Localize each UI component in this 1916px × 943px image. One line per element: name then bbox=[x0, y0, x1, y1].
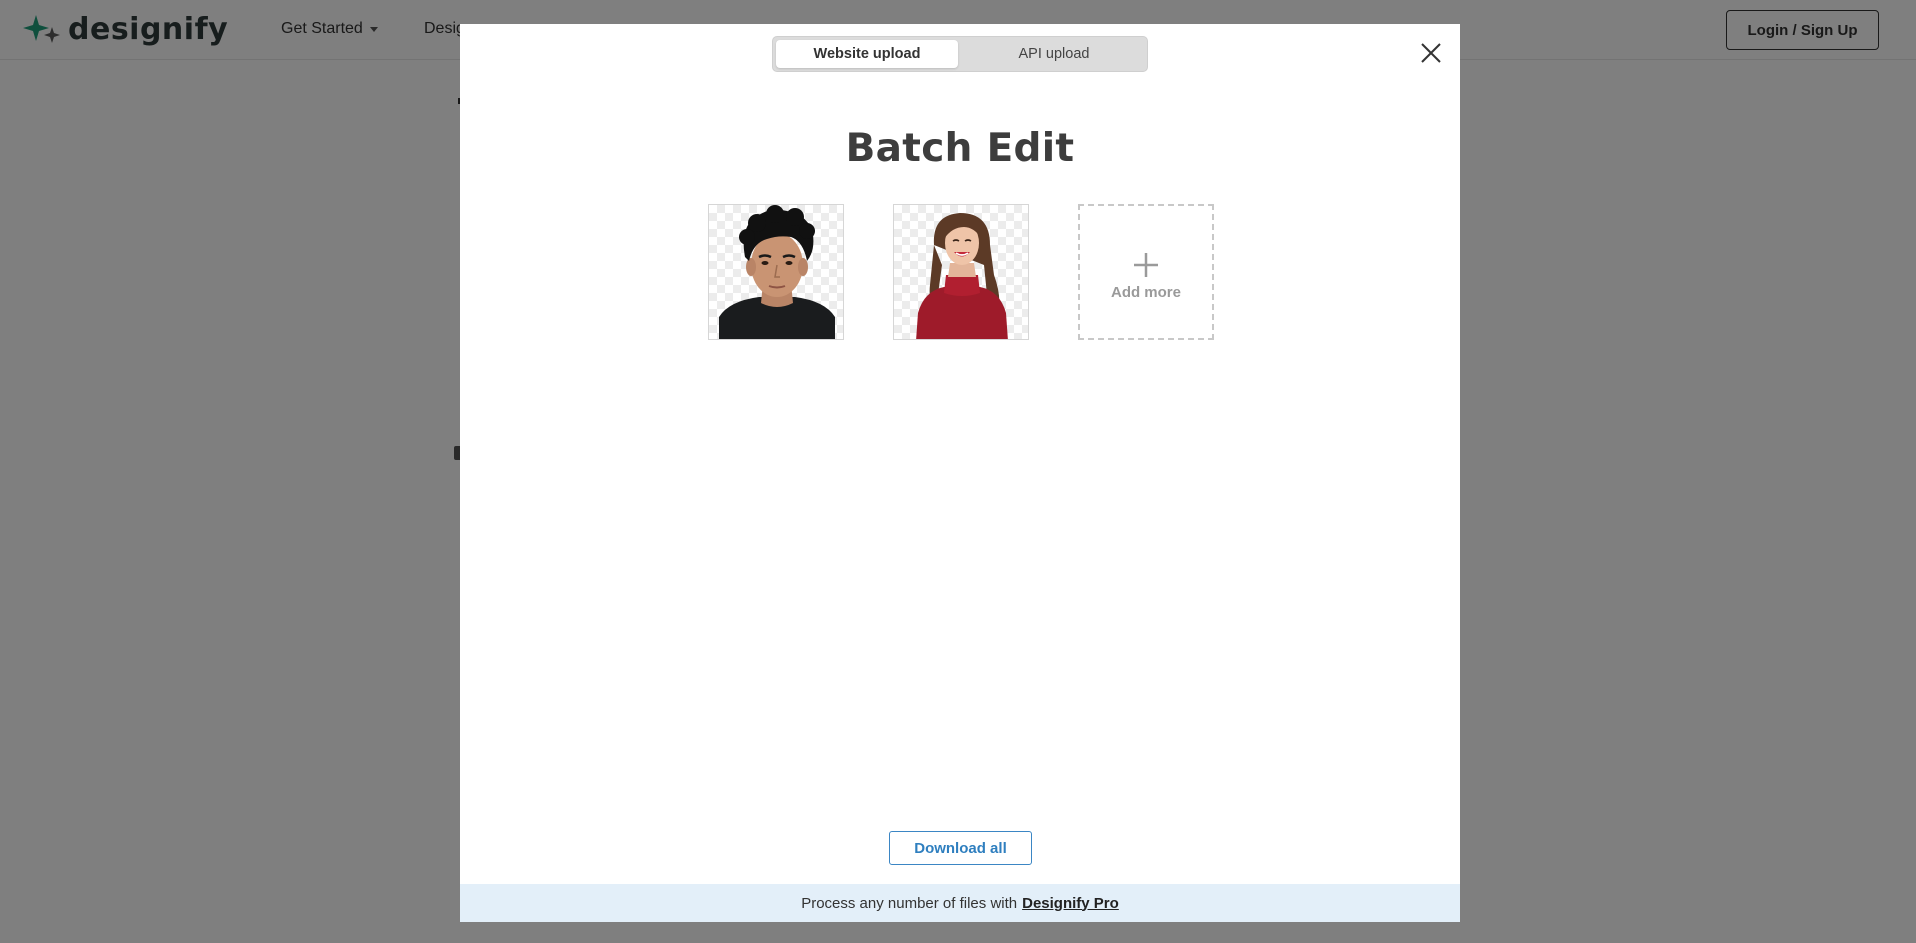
download-all-button[interactable]: Download all bbox=[889, 831, 1032, 865]
page: designify Get Started Desig Login / Sign… bbox=[0, 0, 1916, 943]
designify-pro-link[interactable]: Designify Pro bbox=[1022, 895, 1119, 912]
tab-api-upload[interactable]: API upload bbox=[963, 40, 1145, 68]
pro-promo-bar: Process any number of files with Designi… bbox=[460, 884, 1460, 922]
portrait-woman-image bbox=[916, 213, 1008, 339]
modal-title: Batch Edit bbox=[845, 126, 1075, 171]
image-thumbnail-woman[interactable] bbox=[893, 204, 1029, 340]
batch-edit-modal: Website upload API upload Batch Edit Add… bbox=[460, 24, 1460, 922]
close-icon bbox=[1421, 43, 1441, 63]
image-thumbnail-man[interactable] bbox=[708, 204, 844, 340]
promo-text: Process any number of files with bbox=[801, 894, 1018, 912]
tab-website-upload[interactable]: Website upload bbox=[776, 40, 958, 68]
plus-icon bbox=[1134, 252, 1158, 277]
portrait-man-image bbox=[719, 205, 835, 339]
add-more-label: Add more bbox=[1110, 283, 1181, 301]
upload-mode-toggle: Website upload API upload bbox=[772, 36, 1148, 72]
close-button[interactable] bbox=[1418, 40, 1444, 66]
add-more-button[interactable]: Add more bbox=[1078, 204, 1214, 340]
